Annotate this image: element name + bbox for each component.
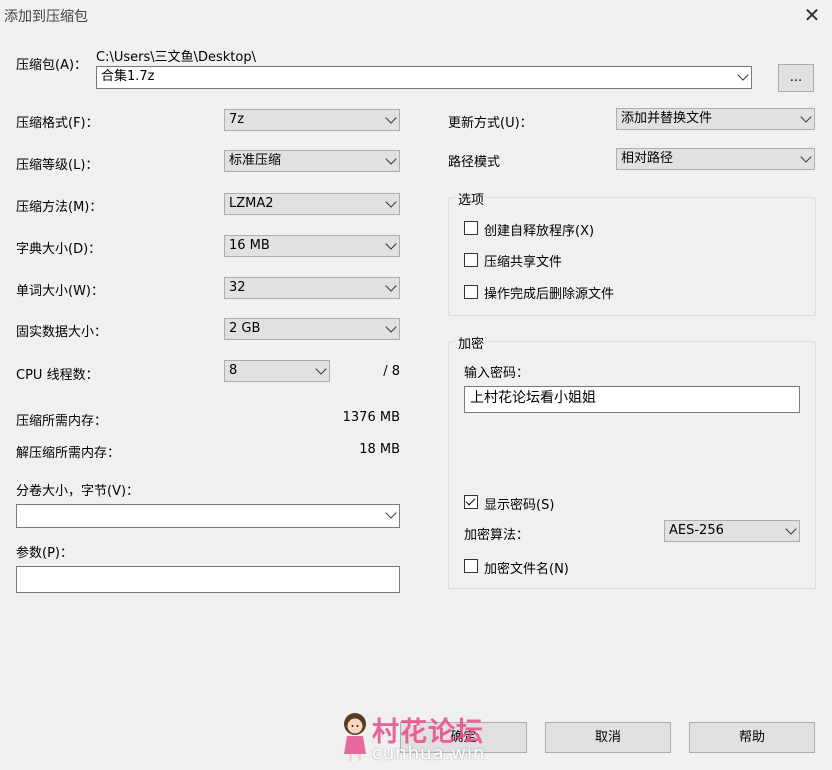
chevron-down-icon xyxy=(385,507,397,519)
close-icon[interactable]: ✕ xyxy=(800,3,824,27)
show-password-checkbox[interactable] xyxy=(464,495,478,509)
dict-select[interactable]: 16 MB xyxy=(224,235,400,257)
solid-value: 2 GB xyxy=(229,321,261,336)
format-value: 7z xyxy=(229,112,245,127)
chevron-down-icon xyxy=(800,151,812,163)
watermark-mascot-icon xyxy=(338,710,372,762)
browse-button[interactable]: ... xyxy=(778,64,814,92)
method-select[interactable]: LZMA2 xyxy=(224,193,400,215)
chevron-down-icon xyxy=(385,196,397,208)
dict-label: 字典大小(D)： xyxy=(16,242,102,257)
word-label: 单词大小(W)： xyxy=(16,284,104,299)
options-title: 选项 xyxy=(456,189,487,208)
method-value: LZMA2 xyxy=(229,196,274,211)
encryption-method-value: AES-256 xyxy=(669,523,724,538)
word-value: 32 xyxy=(229,280,246,295)
encryption-method-select[interactable]: AES-256 xyxy=(664,520,800,542)
chevron-down-icon xyxy=(385,280,397,292)
password-input[interactable]: 上村花论坛看小姐姐 xyxy=(464,386,800,413)
window-title: 添加到压缩包 xyxy=(4,9,88,25)
solid-label: 固实数据大小： xyxy=(16,325,108,340)
chevron-down-icon xyxy=(385,238,397,250)
path-mode-label: 路径模式 xyxy=(448,155,501,170)
watermark-url: cunhua.win xyxy=(372,743,486,764)
params-input[interactable] xyxy=(16,566,400,593)
solid-select[interactable]: 2 GB xyxy=(224,318,400,340)
mem-comp-label: 压缩所需内存： xyxy=(16,414,108,429)
chevron-down-icon xyxy=(385,153,397,165)
help-button[interactable]: 帮助 xyxy=(689,722,815,753)
show-password-label[interactable]: 显示密码(S) xyxy=(484,494,554,513)
update-mode-select[interactable]: 添加并替换文件 xyxy=(616,108,815,130)
level-select[interactable]: 标准压缩 xyxy=(224,150,400,172)
chevron-down-icon xyxy=(385,321,397,333)
sfx-checkbox[interactable] xyxy=(464,221,478,235)
archive-label: 压缩包(A)： xyxy=(16,58,88,73)
method-label: 压缩方法(M)： xyxy=(16,200,103,215)
level-value: 标准压缩 xyxy=(229,153,282,168)
mem-decomp-value: 18 MB xyxy=(359,442,400,457)
path-mode-value: 相对路径 xyxy=(621,151,674,166)
format-select[interactable]: 7z xyxy=(224,109,400,131)
format-label: 压缩格式(F)： xyxy=(16,116,99,131)
archive-name-combo[interactable]: 合集1.7z xyxy=(96,66,752,89)
shared-files-checkbox[interactable] xyxy=(464,253,478,267)
volume-combo[interactable] xyxy=(16,504,400,528)
mem-comp-value: 1376 MB xyxy=(342,410,400,425)
threads-label: CPU 线程数： xyxy=(16,368,99,383)
password-label: 输入密码： xyxy=(464,366,530,381)
encrypt-names-checkbox[interactable] xyxy=(464,559,478,573)
cancel-button[interactable]: 取消 xyxy=(545,722,671,753)
encryption-method-label: 加密算法： xyxy=(464,528,530,543)
update-mode-label: 更新方式(U)： xyxy=(448,116,533,131)
update-mode-value: 添加并替换文件 xyxy=(621,111,713,126)
sfx-label[interactable]: 创建自释放程序(X) xyxy=(484,220,594,239)
word-select[interactable]: 32 xyxy=(224,277,400,299)
params-label: 参数(P)： xyxy=(16,546,73,561)
chevron-down-icon xyxy=(315,363,327,375)
chevron-down-icon xyxy=(800,111,812,123)
delete-after-checkbox[interactable] xyxy=(464,285,478,299)
encrypt-names-label[interactable]: 加密文件名(N) xyxy=(484,558,569,577)
chevron-down-icon xyxy=(737,69,749,81)
dict-value: 16 MB xyxy=(229,238,270,253)
level-label: 压缩等级(L)： xyxy=(16,158,99,173)
mem-decomp-label: 解压缩所需内存： xyxy=(16,446,121,461)
threads-value: 8 xyxy=(229,363,238,378)
path-mode-select[interactable]: 相对路径 xyxy=(616,148,815,170)
shared-files-label[interactable]: 压缩共享文件 xyxy=(484,251,562,270)
archive-directory: C:\Users\三文鱼\Desktop\ xyxy=(96,50,256,65)
delete-after-label[interactable]: 操作完成后删除源文件 xyxy=(484,283,614,302)
chevron-down-icon xyxy=(385,112,397,124)
encryption-title: 加密 xyxy=(456,333,487,352)
chevron-down-icon xyxy=(785,523,797,535)
archive-name-value: 合集1.7z xyxy=(101,69,155,84)
threads-select[interactable]: 8 xyxy=(224,360,330,382)
threads-total: / 8 xyxy=(383,364,400,379)
volume-label: 分卷大小，字节(V)： xyxy=(16,484,140,499)
